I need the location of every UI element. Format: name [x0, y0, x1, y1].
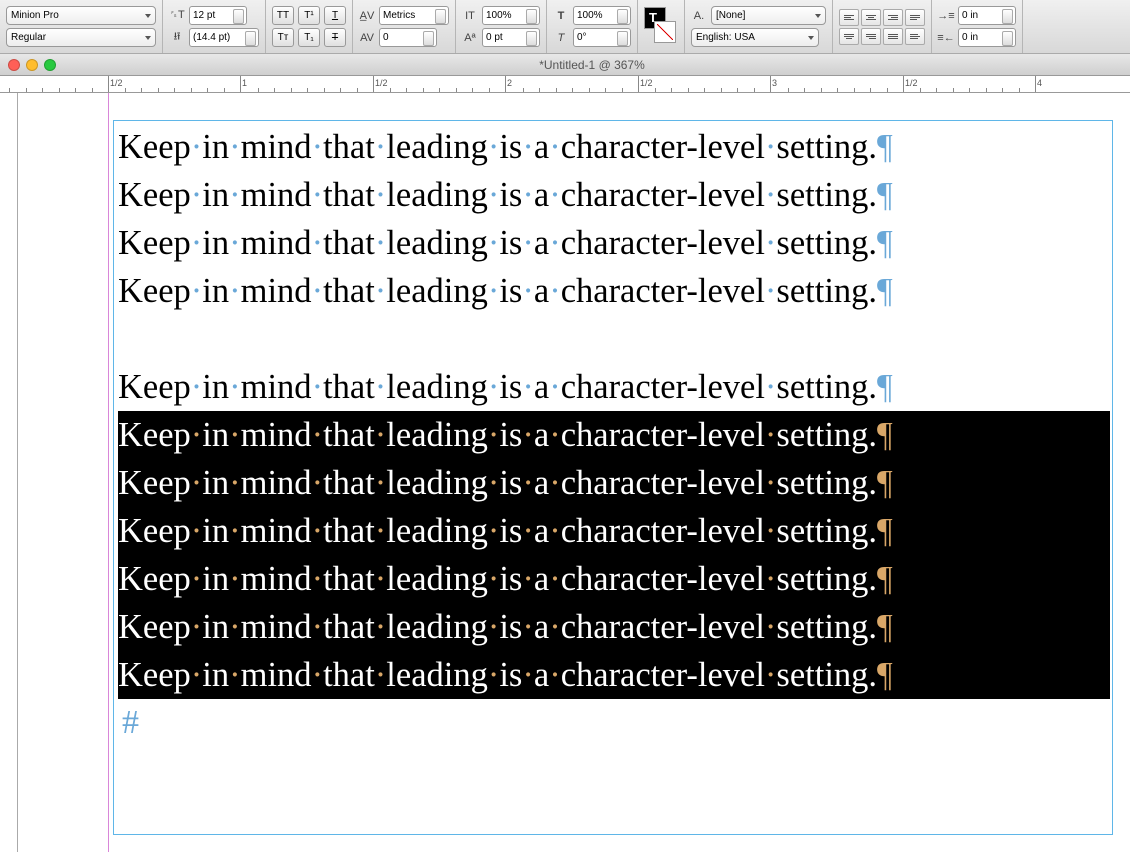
text-line[interactable]: Keep·in·mind·that·leading·is·a·character… — [118, 459, 1110, 507]
hscale-icon: T — [553, 8, 569, 24]
align-center-button[interactable] — [861, 9, 881, 26]
font-family-dropdown[interactable]: Minion Pro — [6, 6, 156, 25]
underline-button[interactable]: T — [324, 6, 346, 25]
justify-left-button[interactable] — [905, 9, 925, 26]
control-panel: Minion Pro Regular ␜T 12 pt ⭿ (14.4 pt) … — [0, 0, 1130, 54]
close-window-button[interactable] — [8, 59, 20, 71]
text-line[interactable]: Keep·in·mind·that·leading·is·a·character… — [118, 651, 1110, 699]
charstyle-value: [None] — [716, 10, 745, 21]
minimize-window-button[interactable] — [26, 59, 38, 71]
window-controls — [8, 59, 56, 71]
typecase-section: TT T¹ T Tᴛ T₁ T — [266, 0, 353, 53]
font-style-dropdown[interactable]: Regular — [6, 28, 156, 47]
baseline-input[interactable]: 0 pt — [482, 28, 540, 47]
text-line[interactable]: Keep·in·mind·that·leading·is·a·character… — [118, 219, 1110, 267]
indent-left-input[interactable]: 0 in — [958, 6, 1016, 25]
skew-icon: T — [553, 30, 569, 46]
leading-input[interactable]: (14.4 pt) — [189, 28, 259, 47]
text-selection[interactable]: Keep·in·mind·that·leading·is·a·character… — [118, 411, 1110, 699]
zoom-window-button[interactable] — [44, 59, 56, 71]
subscript-button[interactable]: T₁ — [298, 28, 320, 47]
alignment-section — [833, 0, 932, 53]
leading-value: (14.4 pt) — [193, 32, 230, 43]
language-dropdown[interactable]: English: USA — [691, 28, 819, 47]
story-end-marker: # — [118, 699, 1110, 747]
document-title: *Untitled-1 @ 367% — [539, 58, 645, 72]
baseline-value: 0 pt — [486, 32, 503, 43]
workspace: Keep·in·mind·that·leading·is·a·character… — [0, 93, 1130, 852]
fill-stroke-section: T — [638, 0, 685, 53]
text-line[interactable]: Keep·in·mind·that·leading·is·a·character… — [118, 507, 1110, 555]
charstyle-lang-section: A. [None] English: USA — [685, 0, 833, 53]
align-spine-button[interactable] — [905, 28, 925, 45]
strikethrough-button[interactable]: T — [324, 28, 346, 47]
indent-right-input[interactable]: 0 in — [958, 28, 1016, 47]
tracking-input[interactable]: 0 — [379, 28, 437, 47]
kerning-input[interactable]: Metrics — [379, 6, 449, 25]
language-value: English: USA — [696, 32, 755, 43]
baseline-icon: Aª — [462, 30, 478, 46]
vscale-input[interactable]: 100% — [482, 6, 540, 25]
horizontal-ruler[interactable]: 1/211/221/231/24 — [0, 76, 1130, 93]
charstyle-icon: A. — [691, 8, 707, 24]
text-line[interactable]: Keep·in·mind·that·leading·is·a·character… — [118, 555, 1110, 603]
vscale-icon: IT — [462, 8, 478, 24]
tracking-icon: AV — [359, 30, 375, 46]
charstyle-dropdown[interactable]: [None] — [711, 6, 826, 25]
skew-value: 0° — [577, 32, 587, 43]
justify-all-button[interactable] — [883, 28, 903, 45]
indent-section: →≡ 0 in ≡← 0 in — [932, 0, 1023, 53]
margin-guide — [108, 93, 109, 852]
page-canvas[interactable]: Keep·in·mind·that·leading·is·a·character… — [18, 93, 1130, 852]
hscale-skew-section: T 100% T 0° — [547, 0, 638, 53]
text-line[interactable]: Keep·in·mind·that·leading·is·a·character… — [118, 363, 1110, 411]
vertical-ruler[interactable] — [0, 93, 18, 852]
allcaps-button[interactable]: TT — [272, 6, 294, 25]
font-section: Minion Pro Regular — [0, 0, 163, 53]
skew-input[interactable]: 0° — [573, 28, 631, 47]
indent-right-icon: ≡← — [938, 30, 954, 46]
font-size-input[interactable]: 12 pt — [189, 6, 247, 25]
font-size-value: 12 pt — [193, 10, 215, 21]
text-line[interactable]: Keep·in·mind·that·leading·is·a·character… — [118, 411, 1110, 459]
justify-center-button[interactable] — [839, 28, 859, 45]
indent-right-value: 0 in — [962, 32, 978, 43]
text-line[interactable]: Keep·in·mind·that·leading·is·a·character… — [118, 171, 1110, 219]
kerning-value: Metrics — [383, 10, 415, 21]
hscale-value: 100% — [577, 10, 603, 21]
scale-section: IT 100% Aª 0 pt — [456, 0, 547, 53]
size-leading-section: ␜T 12 pt ⭿ (14.4 pt) — [163, 0, 266, 53]
smallcaps-button[interactable]: Tᴛ — [272, 28, 294, 47]
stroke-swatch[interactable] — [654, 21, 676, 43]
hscale-input[interactable]: 100% — [573, 6, 631, 25]
font-size-icon: ␜T — [169, 8, 185, 24]
font-family-value: Minion Pro — [11, 10, 59, 21]
text-frame[interactable]: Keep·in·mind·that·leading·is·a·character… — [113, 120, 1113, 835]
document-titlebar: *Untitled-1 @ 367% — [0, 54, 1130, 76]
text-line[interactable]: Keep·in·mind·that·leading·is·a·character… — [118, 123, 1110, 171]
superscript-button[interactable]: T¹ — [298, 6, 320, 25]
story-text[interactable]: Keep·in·mind·that·leading·is·a·character… — [114, 121, 1112, 747]
kerning-icon: A̲V — [359, 8, 375, 24]
justify-right-button[interactable] — [861, 28, 881, 45]
font-style-value: Regular — [11, 32, 46, 43]
indent-left-icon: →≡ — [938, 8, 954, 24]
text-line[interactable]: Keep·in·mind·that·leading·is·a·character… — [118, 603, 1110, 651]
kerning-tracking-section: A̲V Metrics AV 0 — [353, 0, 456, 53]
align-right-button[interactable] — [883, 9, 903, 26]
leading-icon: ⭿ — [169, 30, 185, 46]
indent-left-value: 0 in — [962, 10, 978, 21]
tracking-value: 0 — [383, 32, 389, 43]
text-line[interactable]: Keep·in·mind·that·leading·is·a·character… — [118, 267, 1110, 315]
align-left-button[interactable] — [839, 9, 859, 26]
vscale-value: 100% — [486, 10, 512, 21]
